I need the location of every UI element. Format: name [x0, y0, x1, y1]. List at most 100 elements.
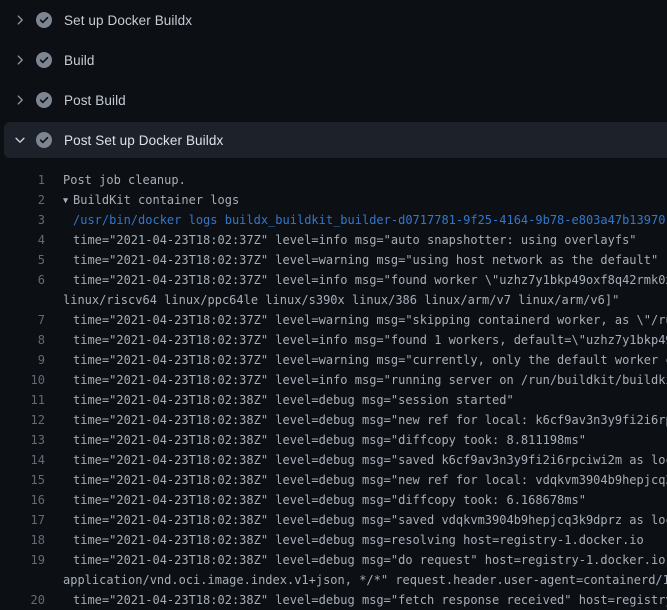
log-text-content: time="2021-04-23T18:02:38Z" level=debug … — [73, 473, 667, 487]
log-text: time="2021-04-23T18:02:37Z" level=info m… — [45, 270, 667, 290]
check-circle-icon — [36, 12, 52, 28]
log-text: time="2021-04-23T18:02:38Z" level=debug … — [45, 450, 667, 470]
log-text-content: time="2021-04-23T18:02:37Z" level=warnin… — [73, 313, 667, 327]
log-line-number[interactable]: 20 — [0, 590, 45, 610]
log-line: 5 time="2021-04-23T18:02:37Z" level=warni… — [0, 250, 667, 270]
log-line-number[interactable]: 12 — [0, 410, 45, 430]
chevron-down-icon — [12, 132, 28, 148]
log-text: Post job cleanup. — [45, 170, 186, 190]
log-command-text: /usr/bin/docker logs buildx_buildkit_bui… — [45, 210, 665, 230]
step-label: Post Set up Docker Buildx — [64, 133, 223, 148]
log-line: 17 time="2021-04-23T18:02:38Z" level=debu… — [0, 510, 667, 530]
check-circle-icon — [36, 52, 52, 68]
log-text: time="2021-04-23T18:02:38Z" level=debug … — [45, 530, 644, 550]
log-line: 3/usr/bin/docker logs buildx_buildkit_bu… — [0, 210, 667, 230]
log-line: 10 time="2021-04-23T18:02:37Z" level=info… — [0, 370, 667, 390]
log-line-wrap: application/vnd.oci.image.index.v1+json,… — [0, 570, 667, 590]
log-line-wrap: linux/riscv64 linux/ppc64le linux/s390x … — [0, 290, 667, 310]
log-line-number[interactable] — [0, 290, 45, 310]
log-text-content: time="2021-04-23T18:02:38Z" level=debug … — [73, 393, 514, 407]
step-header-post-build[interactable]: Post Build — [0, 80, 667, 120]
check-circle-icon — [36, 92, 52, 108]
log-text: time="2021-04-23T18:02:38Z" level=debug … — [45, 550, 667, 570]
log-text: application/vnd.oci.image.index.v1+json,… — [45, 570, 667, 590]
step-label: Build — [64, 53, 95, 68]
log-text: time="2021-04-23T18:02:37Z" level=info m… — [45, 230, 637, 250]
log-text: time="2021-04-23T18:02:37Z" level=info m… — [45, 370, 667, 390]
log-text-content: time="2021-04-23T18:02:38Z" level=debug … — [73, 513, 667, 527]
log-text-content: time="2021-04-23T18:02:37Z" level=info m… — [73, 333, 667, 347]
log-line: 2▼BuildKit container logs — [0, 190, 667, 210]
log-text-content: time="2021-04-23T18:02:37Z" level=info m… — [73, 233, 637, 247]
log-text-content: linux/riscv64 linux/ppc64le linux/s390x … — [63, 293, 619, 307]
log-line-number[interactable]: 5 — [0, 250, 45, 270]
log-line-number[interactable]: 6 — [0, 270, 45, 290]
log-line-number[interactable]: 19 — [0, 550, 45, 570]
log-line-number[interactable]: 2 — [0, 190, 45, 210]
log-line: 11 time="2021-04-23T18:02:38Z" level=debu… — [0, 390, 667, 410]
log-line-number[interactable]: 10 — [0, 370, 45, 390]
log-line-number[interactable]: 14 — [0, 450, 45, 470]
log-text: time="2021-04-23T18:02:38Z" level=debug … — [45, 490, 586, 510]
log-text: time="2021-04-23T18:02:37Z" level=warnin… — [45, 350, 667, 370]
log-text-content: time="2021-04-23T18:02:38Z" level=debug … — [73, 413, 667, 427]
log-line-number[interactable]: 8 — [0, 330, 45, 350]
log-line-number[interactable]: 9 — [0, 350, 45, 370]
log-line: 9 time="2021-04-23T18:02:37Z" level=warni… — [0, 350, 667, 370]
log-line: 1 Post job cleanup. — [0, 170, 667, 190]
step-label: Set up Docker Buildx — [64, 13, 192, 28]
log-line-number[interactable] — [0, 570, 45, 590]
log-line: 14 time="2021-04-23T18:02:38Z" level=debu… — [0, 450, 667, 470]
log-text-content: time="2021-04-23T18:02:37Z" level=info m… — [73, 373, 667, 387]
log-line: 6 time="2021-04-23T18:02:37Z" level=info … — [0, 270, 667, 290]
log-text-content: time="2021-04-23T18:02:37Z" level=warnin… — [73, 253, 658, 267]
chevron-right-icon — [12, 92, 28, 108]
log-line: 13 time="2021-04-23T18:02:38Z" level=debu… — [0, 430, 667, 450]
triangle-down-icon[interactable]: ▼ — [63, 191, 73, 210]
log-line: 4 time="2021-04-23T18:02:37Z" level=info … — [0, 230, 667, 250]
step-header-post-set-up-docker-buildx[interactable]: Post Set up Docker Buildx — [4, 122, 667, 158]
log-text: time="2021-04-23T18:02:37Z" level=info m… — [45, 330, 667, 350]
log-text-content: application/vnd.oci.image.index.v1+json,… — [63, 573, 667, 587]
log-line-number[interactable]: 13 — [0, 430, 45, 450]
log-line-number[interactable]: 16 — [0, 490, 45, 510]
log-text-content: BuildKit container logs — [73, 193, 239, 207]
log-line: 15 time="2021-04-23T18:02:38Z" level=debu… — [0, 470, 667, 490]
check-circle-icon — [36, 132, 52, 148]
log-line-number[interactable]: 17 — [0, 510, 45, 530]
log-text-content: time="2021-04-23T18:02:38Z" level=debug … — [73, 553, 667, 567]
log-text-content: time="2021-04-23T18:02:37Z" level=warnin… — [73, 353, 667, 367]
log-text-content: time="2021-04-23T18:02:37Z" level=info m… — [73, 273, 667, 287]
chevron-right-icon — [12, 12, 28, 28]
log-line: 16 time="2021-04-23T18:02:38Z" level=debu… — [0, 490, 667, 510]
log-line: 20time="2021-04-23T18:02:38Z" level=debu… — [0, 590, 667, 610]
log-text: time="2021-04-23T18:02:37Z" level=warnin… — [45, 310, 667, 330]
log-line-number[interactable]: 18 — [0, 530, 45, 550]
log-line: 19 time="2021-04-23T18:02:38Z" level=debu… — [0, 550, 667, 570]
log-line-number[interactable]: 4 — [0, 230, 45, 250]
log-text-content: time="2021-04-23T18:02:38Z" level=debug … — [73, 453, 667, 467]
log-text-content: time="2021-04-23T18:02:38Z" level=debug … — [73, 533, 644, 547]
log-line-number[interactable]: 15 — [0, 470, 45, 490]
log-text: time="2021-04-23T18:02:38Z" level=debug … — [45, 590, 667, 610]
chevron-right-icon — [12, 52, 28, 68]
log-line: 12 time="2021-04-23T18:02:38Z" level=debu… — [0, 410, 667, 430]
step-header-build[interactable]: Build — [0, 40, 667, 80]
log-text-content: Post job cleanup. — [63, 173, 186, 187]
log-text: time="2021-04-23T18:02:38Z" level=debug … — [45, 510, 667, 530]
log-viewer: 1Post job cleanup.2▼BuildKit container l… — [0, 160, 667, 610]
log-text: time="2021-04-23T18:02:38Z" level=debug … — [45, 390, 514, 410]
log-line-number[interactable]: 11 — [0, 390, 45, 410]
log-text-content: time="2021-04-23T18:02:38Z" level=debug … — [73, 433, 586, 447]
log-line-number[interactable]: 7 — [0, 310, 45, 330]
log-line: 7 time="2021-04-23T18:02:37Z" level=warni… — [0, 310, 667, 330]
log-text-content: /usr/bin/docker logs buildx_buildkit_bui… — [73, 213, 665, 227]
log-line-number[interactable]: 1 — [0, 170, 45, 190]
log-text: time="2021-04-23T18:02:37Z" level=warnin… — [45, 250, 658, 270]
log-text: linux/riscv64 linux/ppc64le linux/s390x … — [45, 290, 619, 310]
log-text-content: time="2021-04-23T18:02:38Z" level=debug … — [73, 493, 586, 507]
step-header-set-up-docker-buildx[interactable]: Set up Docker Buildx — [0, 0, 667, 40]
log-text: time="2021-04-23T18:02:38Z" level=debug … — [45, 430, 586, 450]
log-line-number[interactable]: 3 — [0, 210, 45, 230]
log-text[interactable]: ▼BuildKit container logs — [45, 190, 239, 210]
